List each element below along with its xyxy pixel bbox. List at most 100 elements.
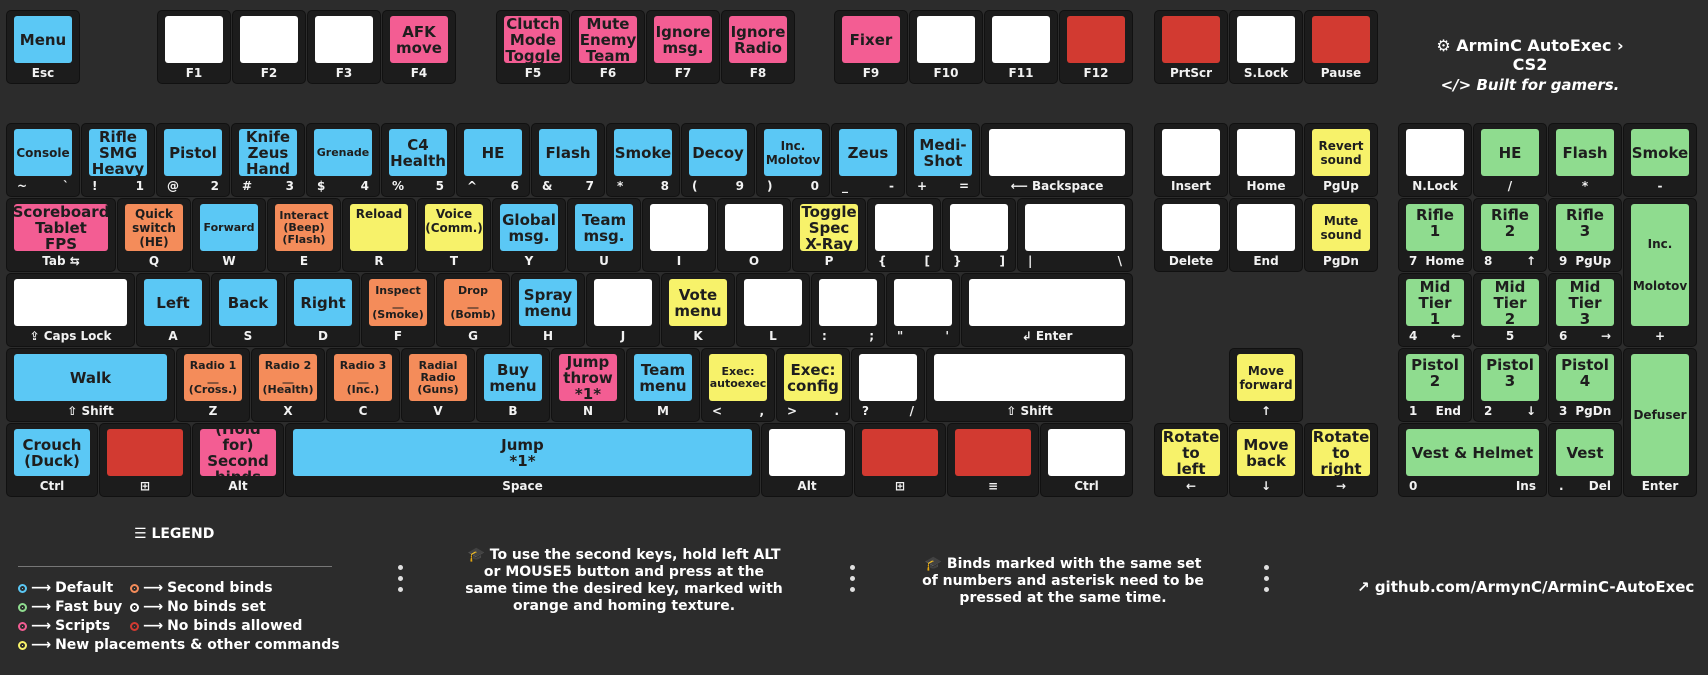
key-k0[interactable]: Inc. Molotov) 0	[756, 123, 830, 197]
key-rshift[interactable]: ⇧ Shift	[926, 348, 1133, 422]
key-q[interactable]: Quick switch (HE) Q	[117, 198, 191, 272]
key-f6[interactable]: Mute Enemy Team F6	[571, 10, 645, 84]
key-f5[interactable]: Clutch Mode Toggle F5	[496, 10, 570, 84]
key-num0[interactable]: Vest & Helmet 0 Ins	[1398, 423, 1547, 497]
key-k3[interactable]: Knife Zeus Hand #3	[231, 123, 305, 197]
key-numenter[interactable]: Defuser Enter	[1623, 348, 1697, 497]
key-a[interactable]: Left A	[136, 273, 210, 347]
key-num1[interactable]: Pistol 2 1 End	[1398, 348, 1472, 422]
key-num4[interactable]: Mid Tier 1 4 ←	[1398, 273, 1472, 347]
key-period[interactable]: Exec: config >.	[776, 348, 850, 422]
key-pause[interactable]: Pause	[1304, 10, 1378, 84]
key-k1[interactable]: Rifle SMG Heavy! 1	[81, 123, 155, 197]
key-p[interactable]: Toggle Spec X-Ray P	[792, 198, 866, 272]
key-z[interactable]: Radio 1 __ (Cross.) Z	[176, 348, 250, 422]
key-n[interactable]: Jump throw *1* N	[551, 348, 625, 422]
key-w[interactable]: Forward W	[192, 198, 266, 272]
key-semicolon[interactable]: :;	[811, 273, 885, 347]
key-esc[interactable]: Menu Esc	[6, 10, 80, 84]
key-tab[interactable]: Scoreboard Tablet FPS Tab ⇆	[6, 198, 116, 272]
key-l[interactable]: L	[736, 273, 810, 347]
key-lalt[interactable]: (Hold for) Second binds Alt	[192, 423, 284, 497]
key-equal[interactable]: Medi- Shot + =	[906, 123, 980, 197]
key-rwin[interactable]: ⊞	[854, 423, 946, 497]
key-k[interactable]: Vote menu K	[661, 273, 735, 347]
key-tilde[interactable]: Console ~ `	[6, 123, 80, 197]
key-num8[interactable]: Rifle 2 8 ↑	[1473, 198, 1547, 272]
key-left[interactable]: Rotate to left ←	[1154, 423, 1228, 497]
key-up[interactable]: Move forward ↑	[1229, 348, 1303, 422]
key-quote[interactable]: " '	[886, 273, 960, 347]
key-rbracket[interactable]: }]	[942, 198, 1016, 272]
key-g[interactable]: Drop __ (Bomb) G	[436, 273, 510, 347]
key-end[interactable]: End	[1229, 198, 1303, 272]
key-lbracket[interactable]: {[	[867, 198, 941, 272]
key-f2[interactable]: F2	[232, 10, 306, 84]
key-b[interactable]: Buy menu B	[476, 348, 550, 422]
key-backslash[interactable]: | \	[1017, 198, 1133, 272]
key-x[interactable]: Radio 2 __ (Health) X	[251, 348, 325, 422]
key-numdel[interactable]: Vest. Del	[1548, 423, 1622, 497]
key-s[interactable]: Back S	[211, 273, 285, 347]
key-delete[interactable]: Delete	[1154, 198, 1228, 272]
key-comma[interactable]: Exec: autoexec <,	[701, 348, 775, 422]
key-f[interactable]: Inspect __ (Smoke) F	[361, 273, 435, 347]
key-k2[interactable]: Pistol @2	[156, 123, 230, 197]
key-f12[interactable]: F12	[1059, 10, 1133, 84]
key-k5[interactable]: C4 Health% 5	[381, 123, 455, 197]
key-i[interactable]: I	[642, 198, 716, 272]
key-k4[interactable]: Grenade $4	[306, 123, 380, 197]
key-k9[interactable]: Decoy (9	[681, 123, 755, 197]
key-enter[interactable]: ↲ Enter	[961, 273, 1133, 347]
key-down[interactable]: Move back ↓	[1229, 423, 1303, 497]
key-slock[interactable]: S.Lock	[1229, 10, 1303, 84]
github-link-text[interactable]: github.com/ArmynC/ArminC-AutoExec	[1375, 578, 1695, 596]
key-lwin[interactable]: ⊞	[99, 423, 191, 497]
key-j[interactable]: J	[586, 273, 660, 347]
key-k7[interactable]: Flash & 7	[531, 123, 605, 197]
key-v[interactable]: Radial Radio (Guns) V	[401, 348, 475, 422]
key-e[interactable]: Interact (Beep) (Flash) E	[267, 198, 341, 272]
key-num7[interactable]: Rifle 1 7 Home	[1398, 198, 1472, 272]
key-prtscr[interactable]: PrtScr	[1154, 10, 1228, 84]
key-pgup[interactable]: Revert sound PgUp	[1304, 123, 1378, 197]
key-f4[interactable]: AFK move F4	[382, 10, 456, 84]
key-c[interactable]: Radio 3 __ (Inc.) C	[326, 348, 400, 422]
key-f1[interactable]: F1	[157, 10, 231, 84]
key-nummul[interactable]: Flash *	[1548, 123, 1622, 197]
key-r[interactable]: Reload R	[342, 198, 416, 272]
key-numlock[interactable]: N.Lock	[1398, 123, 1472, 197]
key-pgdn[interactable]: Mute sound PgDn	[1304, 198, 1378, 272]
key-f3[interactable]: F3	[307, 10, 381, 84]
key-numsub[interactable]: Smoke -	[1623, 123, 1697, 197]
key-k8[interactable]: Smoke * 8	[606, 123, 680, 197]
key-f7[interactable]: Ignore msg. F7	[646, 10, 720, 84]
key-insert[interactable]: Insert	[1154, 123, 1228, 197]
key-num9[interactable]: Rifle 3 9 PgUp	[1548, 198, 1622, 272]
key-numadd[interactable]: Inc. Molotov +	[1623, 198, 1697, 347]
key-f8[interactable]: Ignore Radio F8	[721, 10, 795, 84]
key-m[interactable]: Team menu M	[626, 348, 700, 422]
key-space[interactable]: Jump *1* Space	[285, 423, 760, 497]
key-capslock[interactable]: ⇪ Caps Lock	[6, 273, 135, 347]
key-lctrl[interactable]: Crouch (Duck) Ctrl	[6, 423, 98, 497]
key-y[interactable]: Global msg. Y	[492, 198, 566, 272]
key-slash[interactable]: ? /	[851, 348, 925, 422]
key-lshift[interactable]: Walk ⇧ Shift	[6, 348, 175, 422]
key-f11[interactable]: F11	[984, 10, 1058, 84]
key-minus[interactable]: Zeus _ -	[831, 123, 905, 197]
key-h[interactable]: Spray menu H	[511, 273, 585, 347]
key-ralt[interactable]: Alt	[761, 423, 853, 497]
key-u[interactable]: Team msg. U	[567, 198, 641, 272]
key-menukey[interactable]: ≡	[947, 423, 1039, 497]
key-home[interactable]: Home	[1229, 123, 1303, 197]
key-rctrl[interactable]: Ctrl	[1040, 423, 1133, 497]
key-numdiv[interactable]: HE /	[1473, 123, 1547, 197]
key-f10[interactable]: F10	[909, 10, 983, 84]
key-f9[interactable]: Fixer F9	[834, 10, 908, 84]
key-d[interactable]: Right D	[286, 273, 360, 347]
key-num2[interactable]: Pistol 3 2 ↓	[1473, 348, 1547, 422]
key-num6[interactable]: Mid Tier 3 6 →	[1548, 273, 1622, 347]
key-o[interactable]: O	[717, 198, 791, 272]
key-t[interactable]: Voice (Comm.) T	[417, 198, 491, 272]
